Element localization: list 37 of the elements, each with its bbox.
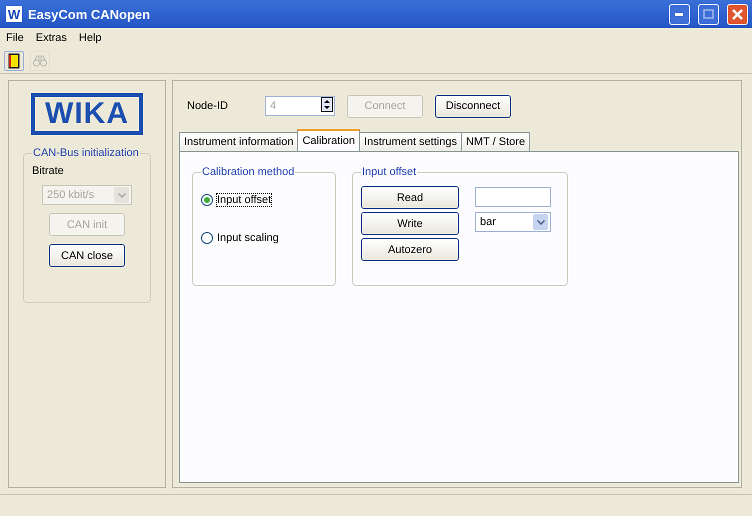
action-button[interactable]: Autozero (361, 238, 459, 261)
tab[interactable]: NMT / Store (460, 132, 530, 151)
field-label: Node-ID (187, 100, 229, 112)
unit-dropdown[interactable]: bar (475, 212, 551, 232)
group-title: CAN-Bus initialization (32, 147, 140, 159)
field-label: Bitrate (32, 165, 64, 177)
radio-label[interactable]: Input scaling (217, 232, 279, 244)
group-title: Input offset (361, 166, 418, 178)
maximize-button[interactable] (698, 4, 719, 24)
chevron-down-icon (536, 220, 544, 224)
group-title: Calibration method (201, 166, 296, 178)
chevron-down-icon (118, 192, 126, 198)
logo: WIKA (31, 93, 143, 135)
radio-label[interactable]: Input offset (217, 194, 272, 206)
menu-item[interactable]: File (6, 32, 24, 44)
input-field[interactable] (475, 187, 551, 207)
radio-button[interactable] (201, 194, 213, 206)
tab[interactable]: Calibration (297, 129, 360, 151)
window-title: EasyCom CANopen (28, 6, 152, 22)
menu-item[interactable]: Extras (36, 32, 67, 44)
maximize-icon (703, 9, 714, 19)
tab[interactable]: Instrument settings (359, 132, 462, 151)
door-icon (8, 52, 20, 68)
exit-door-button[interactable] (4, 50, 24, 70)
action-button[interactable]: Read (361, 186, 459, 209)
close-button[interactable] (727, 4, 748, 24)
spin-arrows-icon (321, 97, 333, 112)
can-button[interactable]: CAN close (49, 244, 125, 267)
menu-item[interactable]: Help (78, 32, 102, 44)
binoculars-icon (33, 54, 47, 66)
tab[interactable]: Instrument information (179, 132, 298, 151)
minimize-button[interactable] (669, 4, 690, 24)
app-icon: W (6, 6, 22, 22)
action-button[interactable]: Write (361, 212, 459, 235)
radio-button[interactable] (201, 232, 213, 244)
minimize-icon (675, 12, 684, 16)
close-icon (732, 8, 743, 20)
